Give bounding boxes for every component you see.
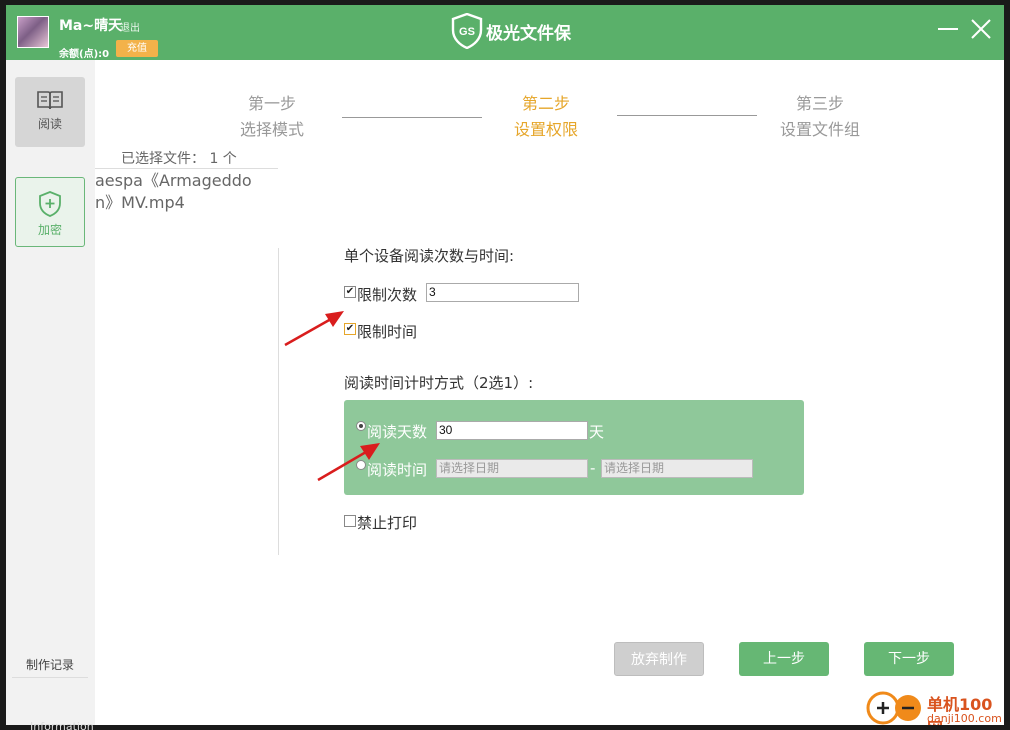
limit-count-input[interactable]: 3 bbox=[426, 283, 579, 302]
step-2: 第二步 设置权限 bbox=[496, 91, 596, 143]
start-date-input[interactable]: 请选择日期 bbox=[436, 459, 588, 478]
user-name: Ma~晴天 bbox=[59, 18, 123, 34]
step-3: 第三步 设置文件组 bbox=[765, 91, 875, 143]
next-step-button[interactable]: 下一步 bbox=[864, 642, 954, 676]
sidebar-item-label: 加密 bbox=[37, 223, 62, 237]
balance-text: 余额(点):0 bbox=[59, 49, 110, 60]
avatar[interactable] bbox=[17, 16, 49, 48]
selected-file-count: 已选择文件： 1 个 bbox=[121, 151, 237, 167]
logo-text: GS bbox=[459, 26, 475, 38]
title-bar: Ma~晴天 退出 余额(点):0 充值 GS 极光文件保 bbox=[6, 5, 1004, 60]
app-window: Ma~晴天 退出 余额(点):0 充值 GS 极光文件保 阅读 加密 制作记录 … bbox=[6, 5, 1004, 725]
step-1: 第一步 选择模式 bbox=[222, 91, 322, 143]
app-title: 极光文件保 bbox=[486, 24, 571, 44]
file-name[interactable]: aespa《Armageddon》MV.mp4 bbox=[95, 170, 257, 214]
read-days-radio[interactable] bbox=[356, 421, 366, 431]
limit-count-label: 限制次数 bbox=[357, 286, 418, 304]
sidebar-item-read[interactable]: 阅读 bbox=[15, 77, 85, 147]
shield-logo-icon: GS bbox=[451, 13, 483, 49]
abandon-button[interactable]: 放弃制作 bbox=[614, 642, 704, 676]
minimize-icon[interactable] bbox=[936, 17, 960, 41]
annotation-arrow bbox=[317, 443, 380, 482]
step-name: 设置权限 bbox=[513, 120, 578, 139]
stray-text: Information bbox=[30, 720, 94, 730]
limit-count-checkbox[interactable]: ✔ bbox=[344, 286, 356, 298]
limit-time-label: 限制时间 bbox=[357, 323, 418, 341]
timing-title: 阅读时间计时方式（2选1）: bbox=[344, 374, 534, 392]
section-title: 单个设备阅读次数与时间: bbox=[344, 247, 515, 265]
step-name: 选择模式 bbox=[239, 120, 304, 139]
step-number: 第一步 bbox=[247, 94, 296, 113]
recharge-button[interactable]: 充值 bbox=[116, 40, 158, 57]
step-number: 第二步 bbox=[521, 94, 570, 113]
days-unit: 天 bbox=[589, 423, 605, 441]
book-icon bbox=[37, 91, 63, 110]
annotation-arrow bbox=[284, 311, 344, 347]
date-separator: - bbox=[590, 459, 596, 477]
step-number: 第三步 bbox=[795, 94, 844, 113]
step-name: 设置文件组 bbox=[779, 120, 860, 139]
no-print-label: 禁止打印 bbox=[357, 514, 418, 532]
read-days-input[interactable]: 30 bbox=[436, 421, 588, 440]
logout-link[interactable]: 退出 bbox=[120, 19, 140, 34]
timing-panel: 阅读天数 30 天 阅读时间 请选择日期 - 请选择日期 bbox=[344, 400, 804, 495]
divider bbox=[95, 168, 278, 169]
sidebar-item-encrypt[interactable]: 加密 bbox=[15, 177, 85, 247]
prev-step-button[interactable]: 上一步 bbox=[739, 642, 829, 676]
divider bbox=[278, 248, 279, 555]
records-link[interactable]: 制作记录 bbox=[12, 656, 88, 678]
sidebar: 阅读 加密 制作记录 bbox=[6, 60, 95, 725]
close-icon[interactable] bbox=[969, 17, 993, 41]
end-date-input[interactable]: 请选择日期 bbox=[601, 459, 753, 478]
watermark-logo-icon bbox=[866, 691, 921, 725]
sidebar-item-label: 阅读 bbox=[37, 117, 62, 131]
step-connector bbox=[342, 117, 482, 118]
watermark-url: danji100.com bbox=[927, 712, 1002, 725]
step-connector bbox=[617, 115, 757, 116]
no-print-checkbox[interactable] bbox=[344, 515, 356, 527]
shield-plus-icon bbox=[39, 191, 61, 217]
